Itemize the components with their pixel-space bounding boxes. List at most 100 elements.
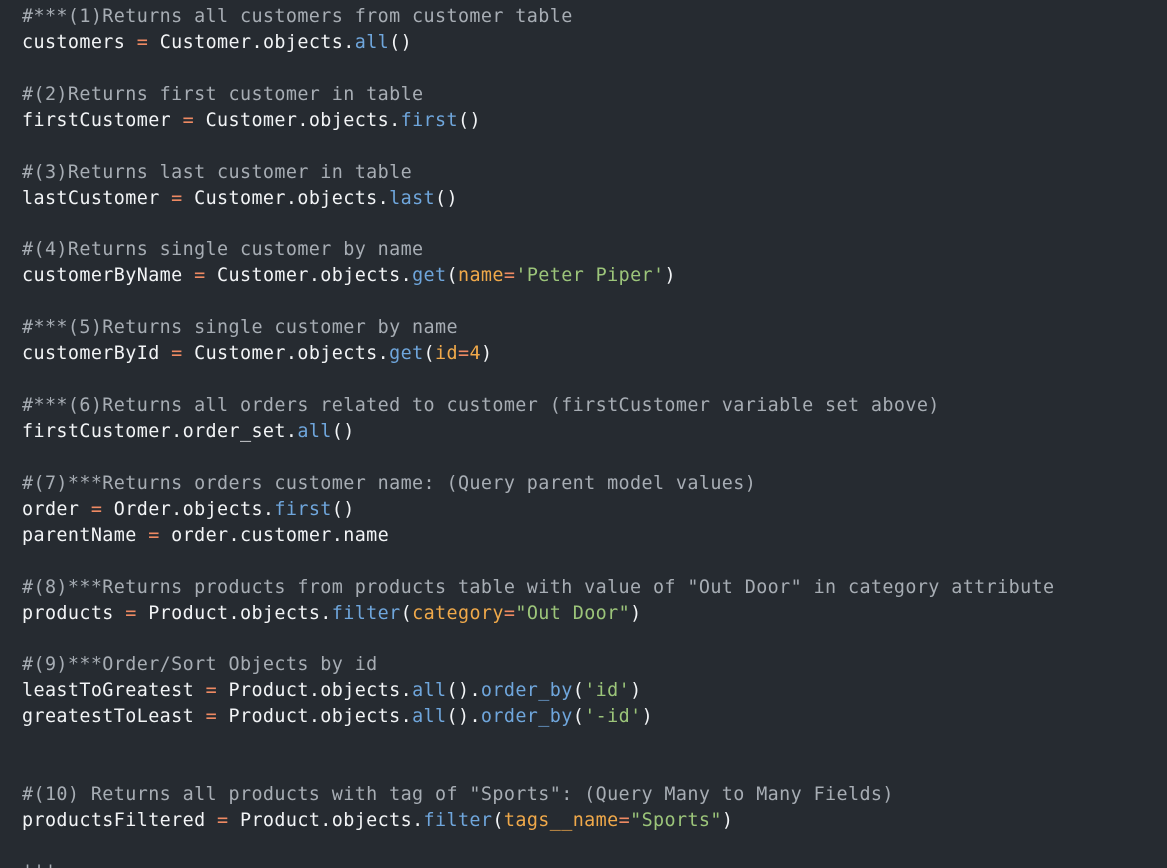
- token-plain: Product.objects.: [136, 602, 332, 624]
- token-op: =: [148, 524, 160, 546]
- comment-line[interactable]: #(2)Returns first customer in table: [22, 82, 1167, 108]
- token-method: filter: [331, 602, 401, 624]
- token-plain: ): [641, 706, 654, 728]
- blank-line[interactable]: [22, 627, 1167, 653]
- token-kw: name: [457, 265, 504, 287]
- code-line[interactable]: leastToGreatest = Product.objects.all().…: [22, 678, 1167, 704]
- code-line[interactable]: customers = Customer.objects.all(): [22, 30, 1167, 56]
- token-kw: tags__name: [503, 810, 619, 832]
- token-op: =: [136, 31, 149, 53]
- code-line[interactable]: parentName = order.customer.name: [22, 523, 1167, 549]
- token-str: "Out Door": [515, 602, 631, 624]
- token-plain: (): [435, 187, 458, 209]
- token-plain: Customer.objects.: [182, 343, 390, 365]
- token-plain: products: [22, 602, 126, 624]
- token-plain: lastCustomer: [22, 187, 172, 209]
- token-op: =: [205, 706, 218, 728]
- token-plain: greatestToLeast: [22, 706, 206, 728]
- token-comment: #(7)***Returns orders customer name: (Qu…: [22, 472, 757, 494]
- token-str: "Sports": [630, 810, 722, 832]
- token-plain: Customer.objects.: [148, 31, 355, 53]
- comment-line[interactable]: #***(5)Returns single customer by name: [22, 315, 1167, 341]
- blank-line[interactable]: [22, 367, 1167, 393]
- token-plain: ): [630, 680, 642, 702]
- token-plain: Product.objects.: [228, 810, 424, 832]
- token-op: =: [618, 810, 631, 832]
- comment-line[interactable]: ''': [22, 860, 1167, 868]
- token-plain: productsFiltered: [22, 810, 218, 832]
- token-plain: (): [331, 421, 355, 442]
- blank-line[interactable]: [22, 445, 1167, 471]
- comment-line[interactable]: #(7)***Returns orders customer name: (Qu…: [22, 471, 1167, 497]
- token-plain: firstCustomer: [22, 109, 183, 131]
- token-plain: (: [572, 680, 585, 702]
- token-plain: (: [572, 706, 585, 728]
- token-plain: (): [331, 498, 355, 520]
- token-plain: ): [664, 265, 676, 287]
- comment-line[interactable]: #(9)***Order/Sort Objects by id: [22, 652, 1167, 678]
- code-line[interactable]: products = Product.objects.filter(catego…: [22, 601, 1167, 627]
- token-plain: order: [22, 498, 91, 520]
- token-plain: customerById: [22, 343, 172, 365]
- token-plain: ): [721, 810, 734, 832]
- token-method: first: [400, 109, 458, 131]
- token-plain: ): [480, 343, 493, 365]
- token-method: get: [412, 265, 447, 287]
- token-op: =: [503, 602, 516, 624]
- code-line[interactable]: greatestToLeast = Product.objects.all().…: [22, 704, 1167, 730]
- code-line[interactable]: firstCustomer = Customer.objects.first(): [22, 108, 1167, 134]
- token-op: =: [217, 810, 229, 832]
- token-kw: category: [412, 602, 504, 624]
- blank-line[interactable]: [22, 756, 1167, 782]
- token-op: =: [194, 265, 206, 287]
- token-plain: (: [423, 343, 436, 365]
- code-line[interactable]: customerByName = Customer.objects.get(na…: [22, 263, 1167, 289]
- code-line[interactable]: productsFiltered = Product.objects.filte…: [22, 808, 1167, 834]
- token-method: all: [412, 680, 447, 702]
- token-method: get: [389, 343, 424, 365]
- token-plain: Order.objects.: [102, 498, 275, 520]
- token-plain: Customer.objects.: [194, 109, 401, 131]
- comment-line[interactable]: #(8)***Returns products from products ta…: [22, 575, 1167, 601]
- code-line[interactable]: customerById = Customer.objects.get(id=4…: [22, 341, 1167, 367]
- token-op: =: [457, 343, 470, 365]
- blank-line[interactable]: [22, 730, 1167, 756]
- token-comment: #***(1)Returns all customers from custom…: [22, 6, 573, 27]
- token-plain: firstCustomer.order_set.: [22, 421, 298, 442]
- token-method: order_by: [480, 706, 573, 728]
- token-plain: Product.objects.: [217, 706, 413, 728]
- token-plain: parentName: [22, 524, 149, 546]
- code-line[interactable]: order = Order.objects.first(): [22, 497, 1167, 523]
- token-plain: (: [492, 810, 504, 832]
- token-plain: customers: [22, 31, 137, 53]
- token-plain: (): [389, 31, 413, 53]
- token-str: 'id': [584, 680, 631, 702]
- comment-line[interactable]: #***(1)Returns all customers from custom…: [22, 4, 1167, 30]
- blank-line[interactable]: [22, 549, 1167, 575]
- comment-line[interactable]: #(4)Returns single customer by name: [22, 237, 1167, 263]
- token-comment: #***(6)Returns all orders related to cus…: [22, 395, 940, 417]
- blank-line[interactable]: [22, 134, 1167, 160]
- comment-line[interactable]: #(3)Returns last customer in table: [22, 160, 1167, 186]
- comment-line[interactable]: #(10) Returns all products with tag of "…: [22, 782, 1167, 808]
- token-plain: ().: [446, 680, 481, 702]
- token-plain: Customer.objects.: [182, 187, 390, 209]
- code-line[interactable]: firstCustomer.order_set.all(): [22, 419, 1167, 445]
- comment-line[interactable]: #***(6)Returns all orders related to cus…: [22, 393, 1167, 419]
- token-comment: #(3)Returns last customer in table: [22, 161, 413, 183]
- token-str: 'Peter Piper': [515, 265, 665, 287]
- token-method: filter: [423, 810, 493, 832]
- token-plain: (): [457, 109, 481, 131]
- token-method: all: [354, 31, 390, 53]
- token-method: all: [297, 421, 332, 442]
- blank-line[interactable]: [22, 212, 1167, 238]
- token-comment: ''': [22, 862, 56, 868]
- token-plain: leastToGreatest: [22, 680, 206, 702]
- code-line[interactable]: lastCustomer = Customer.objects.last(): [22, 186, 1167, 212]
- token-comment: #***(5)Returns single customer by name: [22, 317, 458, 339]
- code-editor[interactable]: #***(1)Returns all customers from custom…: [0, 0, 1167, 868]
- token-method: last: [389, 187, 436, 209]
- blank-line[interactable]: [22, 56, 1167, 82]
- blank-line[interactable]: [22, 289, 1167, 315]
- blank-line[interactable]: [22, 834, 1167, 860]
